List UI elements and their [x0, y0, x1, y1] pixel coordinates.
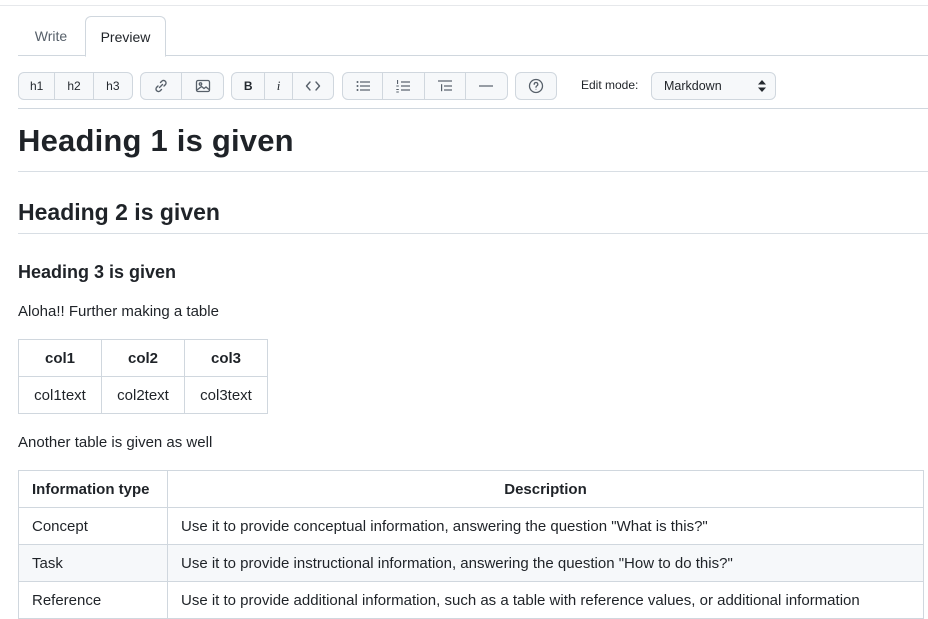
toolbar-divider	[18, 108, 928, 109]
table-cell: Use it to provide conceptual information…	[167, 507, 924, 545]
preview-paragraph: Aloha!! Further making a table	[18, 303, 219, 320]
link-button[interactable]	[141, 73, 182, 99]
image-icon	[195, 79, 210, 93]
table-row: Reference Use it to provide additional i…	[18, 581, 924, 619]
list-group	[342, 72, 508, 100]
editor-tabs: Write Preview	[18, 16, 928, 57]
edit-mode-label: Edit mode:	[581, 78, 639, 92]
unordered-list-button[interactable]	[343, 73, 384, 99]
table-cell: Task	[18, 544, 168, 582]
help-group	[515, 72, 557, 100]
preview-heading-3: Heading 3 is given	[18, 262, 177, 282]
ordered-list-button[interactable]	[383, 73, 425, 99]
preview-heading-2: Heading 2 is given	[18, 199, 220, 225]
insert-group	[140, 72, 224, 100]
edit-mode-value: Markdown	[664, 79, 722, 93]
ordered-list-icon	[396, 80, 411, 93]
help-button[interactable]	[516, 73, 556, 99]
select-caret-icon	[758, 80, 766, 92]
table-cell: col1text	[18, 376, 102, 414]
table-header-cell: col2	[101, 339, 185, 377]
formatting-toolbar: h1 h2 h3 B i Edit mode: Markdown	[18, 72, 928, 100]
italic-button[interactable]: i	[265, 73, 293, 99]
table-header-cell: Information type	[18, 470, 168, 508]
unordered-list-icon	[356, 81, 370, 91]
heading-1-divider	[18, 171, 928, 172]
horizontal-rule-button[interactable]	[466, 73, 507, 99]
heading-2-divider	[18, 233, 928, 234]
top-divider	[0, 5, 928, 6]
code-icon	[305, 81, 321, 91]
tab-write[interactable]: Write	[18, 16, 84, 55]
text-style-group: B i	[231, 72, 334, 100]
heading-group: h1 h2 h3	[18, 72, 133, 100]
table-header-row: col1 col2 col3	[18, 339, 268, 377]
image-button[interactable]	[182, 73, 223, 99]
tab-preview[interactable]: Preview	[85, 16, 166, 57]
task-list-icon	[437, 80, 452, 92]
table-row: Task Use it to provide instructional inf…	[18, 544, 924, 582]
table-row: Concept Use it to provide conceptual inf…	[18, 507, 924, 545]
table-cell: Reference	[18, 581, 168, 619]
table-cell: col3text	[184, 376, 268, 414]
edit-mode-select[interactable]: Markdown	[651, 72, 776, 100]
preview-heading-1: Heading 1 is given	[18, 123, 294, 158]
information-type-table: Information type Description Concept Use…	[18, 470, 924, 619]
task-list-button[interactable]	[425, 73, 466, 99]
code-button[interactable]	[293, 73, 333, 99]
table-cell: col2text	[101, 376, 185, 414]
help-icon	[528, 78, 544, 94]
table-cell: Use it to provide instructional informat…	[167, 544, 924, 582]
h2-button[interactable]: h2	[55, 73, 94, 99]
columns-table: col1 col2 col3 col1text col2text col3tex…	[18, 339, 268, 414]
table-header-cell: Description	[167, 470, 924, 508]
table-cell: Concept	[18, 507, 168, 545]
table-header-row: Information type Description	[18, 470, 924, 508]
h3-button[interactable]: h3	[94, 73, 132, 99]
table-header-cell: col1	[18, 339, 102, 377]
h1-button[interactable]: h1	[19, 73, 56, 99]
preview-paragraph-2: Another table is given as well	[18, 434, 213, 451]
bold-button[interactable]: B	[232, 73, 266, 99]
link-icon	[155, 79, 167, 93]
table-header-cell: col3	[184, 339, 268, 377]
horizontal-rule-icon	[479, 85, 494, 87]
table-cell: Use it to provide additional information…	[167, 581, 924, 619]
table-row: col1text col2text col3text	[18, 376, 268, 414]
